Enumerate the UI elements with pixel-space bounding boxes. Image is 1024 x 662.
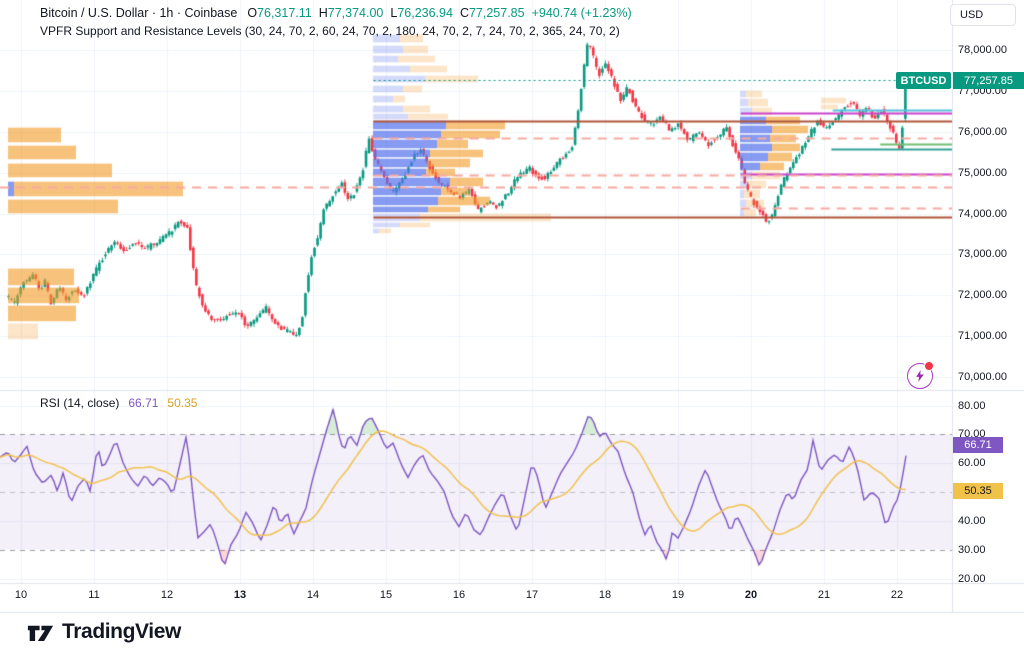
price-axis[interactable]: 78,000.0077,000.0076,000.0075,000.0074,0… bbox=[952, 0, 1024, 612]
tradingview-chart-window: Bitcoin / U.S. Dollar · 1h · Coinbase O7… bbox=[0, 0, 1024, 662]
price-axis-label: 75,000.00 bbox=[958, 167, 1007, 179]
lightning-icon bbox=[913, 369, 927, 383]
indicator-legend-rsi[interactable]: RSI (14, close) 66.71 50.35 bbox=[40, 396, 197, 410]
rsi-axis-label: 40.00 bbox=[958, 515, 986, 527]
tradingview-logo-icon bbox=[27, 620, 54, 644]
boost-button[interactable] bbox=[907, 363, 933, 389]
last-price-badge: 77,257.85 bbox=[953, 72, 1024, 89]
time-axis-label: 12 bbox=[161, 589, 173, 601]
rsi-value-badge: 66.71 bbox=[953, 437, 1003, 453]
symbol-price-label: BTCUSD bbox=[896, 72, 951, 89]
rsi-value: 66.71 bbox=[128, 396, 158, 410]
price-axis-label: 76,000.00 bbox=[958, 126, 1007, 138]
symbol-legend[interactable]: Bitcoin / U.S. Dollar · 1h · Coinbase O7… bbox=[40, 6, 632, 20]
ohlc-low: L76,236.94 bbox=[390, 6, 453, 20]
rsi-axis-label: 80.00 bbox=[958, 400, 986, 412]
time-axis-label: 20 bbox=[745, 589, 757, 601]
tradingview-logo-text: TradingView bbox=[62, 620, 181, 644]
price-axis-label: 72,000.00 bbox=[958, 289, 1007, 301]
time-axis-label: 15 bbox=[380, 589, 392, 601]
rsi-title[interactable]: RSI (14, close) bbox=[40, 396, 119, 410]
price-axis-label: 78,000.00 bbox=[958, 44, 1007, 56]
rsi-ma-badge: 50.35 bbox=[953, 483, 1003, 499]
price-axis-label: 71,000.00 bbox=[958, 330, 1007, 342]
time-axis-label: 21 bbox=[818, 589, 830, 601]
indicator-legend-vpfr[interactable]: VPFR Support and Resistance Levels (30, … bbox=[40, 24, 620, 38]
time-axis-label: 16 bbox=[453, 589, 465, 601]
price-axis-label: 74,000.00 bbox=[958, 208, 1007, 220]
ohlc-close: C77,257.85 bbox=[460, 6, 525, 20]
rsi-axis-label: 60.00 bbox=[958, 457, 986, 469]
time-axis-label: 11 bbox=[88, 589, 99, 601]
price-change: +940.74 (+1.23%) bbox=[532, 6, 632, 20]
time-axis-label: 17 bbox=[526, 589, 538, 601]
symbol-title[interactable]: Bitcoin / U.S. Dollar · 1h · Coinbase bbox=[40, 6, 237, 20]
price-axis-label: 70,000.00 bbox=[958, 371, 1007, 383]
time-axis-label: 19 bbox=[672, 589, 684, 601]
time-axis-label: 22 bbox=[891, 589, 903, 601]
rsi-axis-label: 20.00 bbox=[958, 573, 986, 585]
ohlc-high: H77,374.00 bbox=[319, 6, 384, 20]
tradingview-logo[interactable]: TradingView bbox=[27, 620, 181, 644]
chart-canvas[interactable] bbox=[0, 0, 1024, 662]
time-axis-label: 18 bbox=[599, 589, 611, 601]
rsi-ma-value: 50.35 bbox=[167, 396, 197, 410]
time-axis-label: 14 bbox=[307, 589, 319, 601]
rsi-axis-label: 30.00 bbox=[958, 544, 986, 556]
time-axis-label: 10 bbox=[15, 589, 27, 601]
ohlc-open: O76,317.11 bbox=[247, 6, 311, 20]
time-axis-label: 13 bbox=[234, 589, 246, 601]
price-axis-label: 73,000.00 bbox=[958, 248, 1007, 260]
time-axis[interactable]: 10 11 12 13 14 15 16 17 18 19 20 21 22 bbox=[0, 584, 952, 612]
notification-dot-icon bbox=[924, 361, 934, 371]
